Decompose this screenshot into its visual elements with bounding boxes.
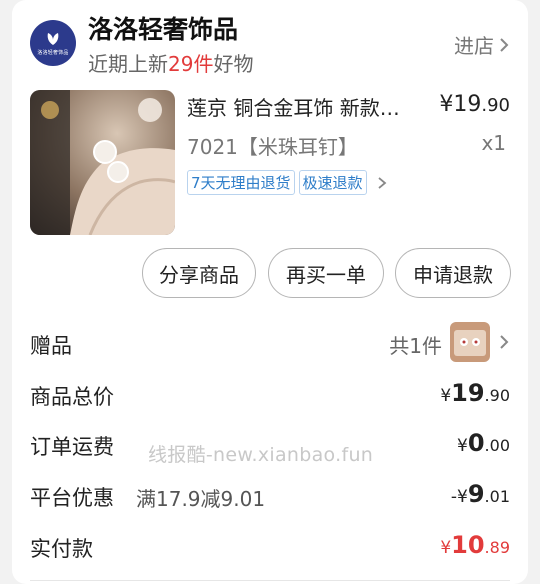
subtitle-suffix: 好物	[213, 52, 254, 76]
product-quantity: x1	[481, 131, 506, 155]
gift-count[interactable]: 共1件	[389, 330, 442, 359]
divider	[30, 580, 510, 581]
request-refund-button[interactable]: 申请退款	[395, 248, 511, 298]
price-int: 19	[453, 92, 482, 117]
amount-int: 19	[451, 379, 485, 407]
product-title[interactable]: 莲京 铜合金耳饰 新款…	[187, 92, 412, 121]
tag-fast-refund: 极速退款	[298, 170, 367, 195]
shipping-value: ¥0.00	[457, 429, 510, 457]
currency-symbol: -¥	[450, 487, 468, 507]
watermark: 线报酷-new.xianbao.fun	[148, 444, 374, 466]
product-price: ¥19.90	[439, 92, 510, 117]
amount-dec: .90	[484, 386, 510, 405]
amount-dec: .00	[484, 436, 510, 455]
share-product-button[interactable]: 分享商品	[142, 248, 256, 298]
amount-int: 9	[467, 480, 485, 508]
rebuy-button[interactable]: 再买一单	[268, 248, 384, 298]
goods-total-value: ¥19.90	[440, 379, 510, 407]
paid-amount-label: 实付款	[30, 537, 93, 561]
platform-discount-label: 平台优惠	[30, 486, 114, 510]
tag-7day-return: 7天无理由退货	[187, 170, 295, 195]
discount-value: -¥9.01	[451, 480, 510, 508]
amount-dec: .01	[484, 487, 510, 506]
shop-name[interactable]: 洛洛轻奢饰品	[88, 10, 238, 46]
currency-symbol: ¥	[457, 436, 468, 456]
goods-total-label: 商品总价	[30, 385, 114, 409]
amount-dec: .89	[484, 538, 510, 557]
chevron-right-icon	[500, 37, 509, 52]
currency-symbol: ¥	[440, 386, 452, 406]
amount-int: 10	[451, 531, 485, 559]
gift-label: 赠品	[30, 334, 72, 358]
shop-logo[interactable]: 洛洛轻奢饰品	[30, 20, 76, 66]
chevron-right-icon	[377, 176, 386, 189]
gift-thumbnail[interactable]	[450, 322, 490, 362]
discount-rule: 满17.9减9.01	[136, 487, 266, 511]
price-symbol: ¥	[439, 92, 454, 117]
logo-text: 洛洛轻奢饰品	[37, 49, 69, 56]
new-count: 29件	[168, 52, 214, 76]
shop-subtitle: 近期上新29件好物	[88, 48, 253, 77]
product-sku: 7021【米珠耳钉】	[187, 135, 358, 159]
order-card: 洛洛轻奢饰品 洛洛轻奢饰品 近期上新29件好物 进店 莲京 铜合金耳饰 新款… …	[12, 0, 528, 584]
product-image[interactable]	[30, 90, 175, 235]
service-tags[interactable]: 7天无理由退货 极速退款	[187, 170, 387, 195]
chevron-right-icon[interactable]	[498, 334, 510, 350]
leaf-icon	[47, 32, 59, 45]
price-dec: .90	[481, 95, 510, 116]
enter-shop-link[interactable]: 进店	[454, 30, 510, 59]
subtitle-prefix: 近期上新	[88, 52, 168, 76]
paid-amount-value: ¥10.89	[440, 531, 510, 559]
shipping-label: 订单运费	[30, 435, 114, 459]
amount-int: 0	[467, 429, 485, 457]
currency-symbol: ¥	[440, 538, 452, 558]
enter-shop-label: 进店	[454, 34, 494, 58]
